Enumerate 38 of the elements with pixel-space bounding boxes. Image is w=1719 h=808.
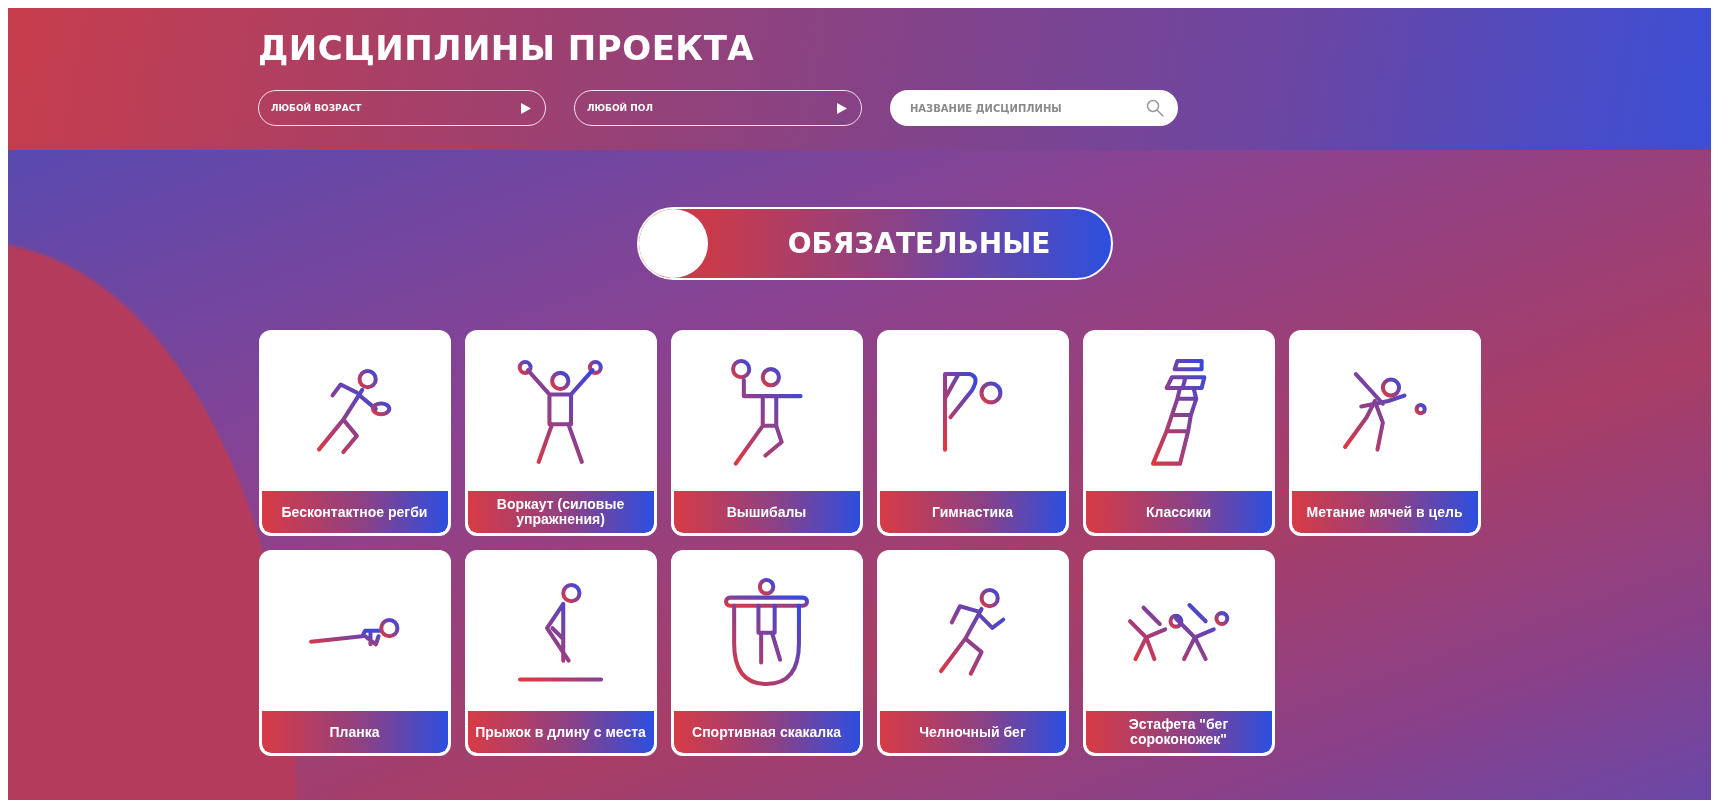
search-field[interactable]: НАЗВАНИЕ ДИСЦИПЛИНЫ — [890, 90, 1178, 126]
sport-figure-icon — [937, 586, 1008, 678]
card-label: Классики — [1146, 504, 1211, 520]
sport-figure-icon — [1148, 356, 1209, 468]
card-label: Эстафета "бег сороконожек" — [1127, 717, 1230, 747]
card-label: Спортивная скакалка — [692, 724, 841, 740]
discipline-card[interactable]: Спортивная скакалка — [670, 550, 863, 756]
search-icon[interactable] — [1146, 99, 1164, 117]
sport-figure-icon — [940, 370, 1005, 454]
card-label: Гимнастика — [932, 504, 1013, 520]
card-label: Воркаут (силовые упражнения) — [495, 497, 626, 527]
caret-icon — [837, 102, 847, 114]
card-label: Челночный бег — [919, 724, 1026, 740]
discipline-card[interactable]: Вышибалы — [670, 330, 863, 536]
sport-figure-icon — [728, 356, 805, 468]
discipline-card[interactable]: Эстафета "бег сороконожек" — [1082, 550, 1275, 756]
discipline-card[interactable]: Классики — [1082, 330, 1275, 536]
caret-icon — [521, 102, 531, 114]
card-label: Планка — [329, 724, 380, 740]
discipline-card[interactable]: Планка — [258, 550, 451, 756]
card-label: Бесконтактное регби — [281, 504, 428, 520]
discipline-card[interactable]: Бесконтактное регби — [258, 330, 451, 536]
discipline-card[interactable]: Метание мячей в цель — [1288, 330, 1481, 536]
sport-figure-icon — [315, 367, 394, 457]
sport-figure-icon — [1125, 600, 1232, 664]
sport-figure-icon — [721, 575, 812, 688]
page-title: ДИСЦИПЛИНЫ ПРОЕКТА — [258, 27, 756, 70]
sport-figure-icon — [307, 615, 402, 649]
discipline-card[interactable]: Челночный бег — [876, 550, 1069, 756]
sport-figure-icon — [515, 580, 606, 684]
card-label: Прыжок в длину с места — [475, 724, 646, 740]
card-label: Вышибалы — [726, 504, 807, 520]
required-toggle[interactable]: ОБЯЗАТЕЛЬНЫЕ — [636, 207, 1113, 280]
sport-figure-icon — [1340, 370, 1429, 454]
discipline-card[interactable]: Воркаут (силовые упражнения) — [464, 330, 657, 536]
discipline-card[interactable]: Гимнастика — [876, 330, 1069, 536]
discipline-card[interactable]: Прыжок в длину с места — [464, 550, 657, 756]
card-label: Метание мячей в цель — [1306, 504, 1463, 520]
